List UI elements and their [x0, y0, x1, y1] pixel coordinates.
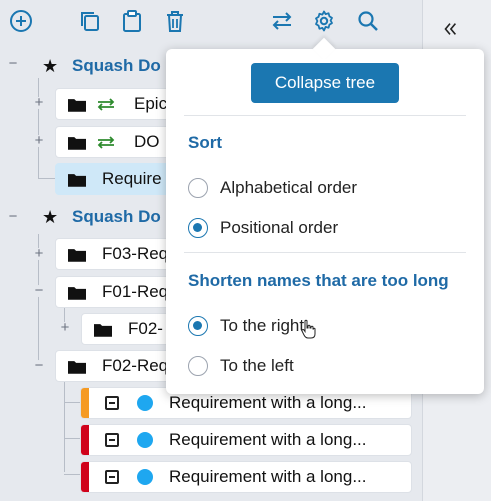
node-label: F02- [128, 319, 163, 338]
settings-icon[interactable] [311, 8, 337, 34]
radio-label: Positional order [220, 218, 339, 237]
transfer-icon[interactable] [269, 8, 295, 34]
folder-icon [68, 285, 90, 300]
radio-to-the-right[interactable]: To the right [188, 313, 304, 339]
library-node[interactable]: ★ Squash Do [42, 49, 161, 83]
tree-connector [64, 382, 65, 472]
radio-label: Alphabetical order [220, 178, 358, 197]
radio-button[interactable] [188, 356, 208, 376]
criticality-marker [81, 425, 89, 455]
folder-icon [68, 97, 90, 112]
expand-toggle-icon[interactable]: + [33, 246, 45, 261]
requirement-node[interactable]: Requirement with a long... [80, 424, 412, 456]
criticality-marker [81, 462, 89, 492]
tree-connector [64, 438, 80, 439]
add-icon[interactable] [8, 8, 34, 34]
requirement-label: Requirement with a long... [169, 393, 367, 412]
collapse-tree-button[interactable]: Collapse tree [251, 63, 399, 103]
paste-icon[interactable] [119, 8, 145, 34]
delete-icon[interactable] [162, 8, 188, 34]
node-label: Require [102, 169, 162, 188]
requirement-icon [105, 470, 119, 484]
radio-button[interactable] [188, 178, 208, 198]
library-node[interactable]: ★ Squash Do [42, 200, 161, 234]
status-dot-icon [137, 395, 153, 411]
library-label: Squash Do [72, 207, 161, 226]
divider [184, 252, 466, 253]
collapse-toggle-icon[interactable]: − [7, 56, 19, 71]
star-icon: ★ [42, 206, 59, 227]
tree-connector [38, 78, 39, 178]
chevron-double-left-icon[interactable] [439, 18, 461, 40]
radio-button[interactable] [188, 218, 208, 238]
tree-toolbar [0, 0, 422, 44]
expand-toggle-icon[interactable]: + [33, 95, 45, 110]
radio-label: To the left [220, 356, 294, 375]
radio-label: To the right [220, 316, 305, 335]
sync-icon [96, 134, 122, 150]
radio-to-the-left[interactable]: To the left [188, 353, 294, 379]
star-icon: ★ [42, 55, 59, 76]
node-label: F03-Req [102, 244, 169, 263]
shorten-section-title: Shorten names that are too long [188, 271, 449, 290]
requirement-icon [105, 396, 119, 410]
folder-icon [68, 135, 90, 150]
requirement-icon [105, 433, 119, 447]
status-dot-icon [137, 469, 153, 485]
requirement-label: Requirement with a long... [169, 467, 367, 486]
tree-connector [64, 402, 80, 403]
collapse-toggle-icon[interactable]: − [7, 209, 19, 224]
expand-toggle-icon[interactable]: + [59, 320, 71, 335]
folder-icon [68, 359, 90, 374]
collapse-toggle-icon[interactable]: − [33, 358, 45, 373]
divider [184, 115, 466, 116]
requirement-node[interactable]: Requirement with a long... [80, 461, 412, 493]
node-label: DO [134, 132, 160, 151]
requirement-label: Requirement with a long... [169, 430, 367, 449]
folder-icon [68, 247, 90, 262]
node-label: F02-Req [102, 356, 169, 375]
folder-icon [94, 322, 116, 337]
search-icon[interactable] [355, 8, 381, 34]
node-label: F01-Req [102, 282, 169, 301]
sort-section-title: Sort [188, 133, 222, 152]
criticality-marker [81, 388, 89, 418]
radio-alphabetical-order[interactable]: Alphabetical order [188, 175, 357, 201]
collapse-toggle-icon[interactable]: − [33, 283, 45, 298]
radio-button[interactable] [188, 316, 208, 336]
tree-connector [64, 474, 80, 475]
tree-connector [38, 178, 55, 179]
copy-icon[interactable] [77, 8, 103, 34]
status-dot-icon [137, 432, 153, 448]
node-label: Epic [134, 94, 168, 113]
radio-positional-order[interactable]: Positional order [188, 215, 338, 241]
folder-icon [68, 172, 90, 187]
expand-toggle-icon[interactable]: + [33, 133, 45, 148]
sync-icon [96, 96, 122, 112]
tree-settings-popover: Collapse tree Sort Alphabetical order Po… [166, 37, 484, 394]
library-label: Squash Do [72, 56, 161, 75]
